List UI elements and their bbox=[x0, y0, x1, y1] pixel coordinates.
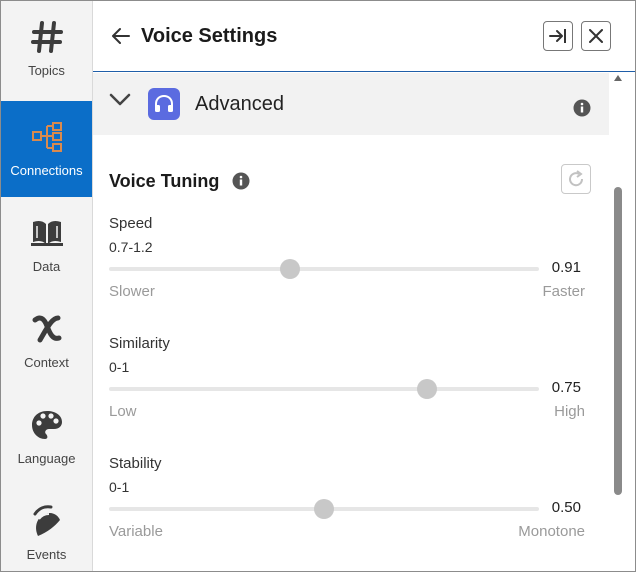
hash-icon bbox=[30, 17, 64, 57]
nav-label: Events bbox=[26, 547, 67, 562]
nav-label: Connections bbox=[10, 163, 83, 178]
left-nav-rail: Topics Connections Data Context Language bbox=[1, 1, 93, 571]
nav-item-language[interactable]: Language bbox=[1, 389, 92, 485]
voice-tuning-title: Voice Tuning bbox=[109, 171, 220, 191]
max-label: High bbox=[554, 403, 585, 420]
signal-icon bbox=[30, 501, 64, 541]
stability-slider-group: Stability 0-1 0.50 Variable Monotone bbox=[109, 455, 589, 555]
chevron-down-icon[interactable] bbox=[109, 93, 131, 112]
close-icon bbox=[589, 29, 603, 43]
max-label: Faster bbox=[542, 283, 585, 300]
param-name: Stability bbox=[109, 455, 162, 472]
speed-slider-group: Speed 0.7-1.2 0.91 Slower Faster bbox=[109, 215, 589, 315]
min-label: Slower bbox=[109, 283, 155, 300]
close-button[interactable] bbox=[581, 21, 611, 51]
reset-button[interactable] bbox=[561, 164, 591, 194]
nav-item-context[interactable]: Context bbox=[1, 293, 92, 389]
advanced-section-header[interactable]: Advanced bbox=[93, 73, 609, 135]
param-value: 0.75 bbox=[551, 379, 581, 396]
nav-label: Context bbox=[24, 355, 69, 370]
similarity-slider-track[interactable] bbox=[109, 379, 539, 399]
similarity-slider-group: Similarity 0-1 0.75 Low High bbox=[109, 335, 589, 435]
max-label: Monotone bbox=[518, 523, 585, 540]
section-title: Advanced bbox=[195, 93, 284, 115]
stability-slider-track[interactable] bbox=[109, 499, 539, 519]
back-arrow-icon[interactable] bbox=[109, 25, 131, 47]
param-name: Similarity bbox=[109, 335, 170, 352]
voice-tuning-panel: Voice Tuning Speed 0.7-1.2 0.91 Slower F… bbox=[93, 135, 609, 571]
panel-header: Voice Settings bbox=[93, 1, 635, 72]
dock-panel-button[interactable] bbox=[543, 21, 573, 51]
speed-slider-thumb[interactable] bbox=[279, 259, 300, 279]
stability-slider-thumb[interactable] bbox=[314, 499, 334, 519]
palette-icon bbox=[30, 405, 64, 445]
vertical-scrollbar[interactable] bbox=[609, 71, 627, 571]
nav-item-topics[interactable]: Topics bbox=[1, 1, 92, 97]
nav-item-events[interactable]: Events bbox=[1, 485, 92, 571]
speed-slider-track[interactable] bbox=[109, 259, 539, 279]
param-value: 0.50 bbox=[551, 499, 581, 516]
nav-label: Data bbox=[32, 259, 61, 274]
min-label: Variable bbox=[109, 523, 163, 540]
scrollbar-thumb[interactable] bbox=[614, 187, 622, 495]
param-range: 0-1 bbox=[109, 359, 130, 375]
param-range: 0.7-1.2 bbox=[109, 239, 153, 255]
min-label: Low bbox=[109, 403, 137, 420]
headphones-icon bbox=[148, 88, 180, 120]
refresh-icon bbox=[569, 170, 584, 187]
info-icon[interactable] bbox=[232, 172, 250, 195]
page-title: Voice Settings bbox=[141, 25, 278, 47]
nav-label: Topics bbox=[28, 63, 65, 78]
book-icon bbox=[30, 213, 64, 253]
voice-settings-window: Topics Connections Data Context Language bbox=[0, 0, 636, 572]
hierarchy-icon bbox=[30, 117, 64, 157]
similarity-slider-thumb[interactable] bbox=[417, 379, 438, 399]
scroll-up-arrow-icon[interactable] bbox=[614, 75, 622, 81]
info-icon[interactable] bbox=[573, 99, 591, 122]
nav-item-connections[interactable]: Connections bbox=[1, 101, 92, 197]
arrow-to-edge-icon bbox=[549, 29, 566, 43]
nav-item-data[interactable]: Data bbox=[1, 197, 92, 293]
nav-label: Language bbox=[17, 451, 76, 466]
param-value: 0.91 bbox=[551, 259, 581, 276]
variable-x-icon bbox=[30, 309, 64, 349]
param-name: Speed bbox=[109, 215, 153, 232]
param-range: 0-1 bbox=[109, 479, 130, 495]
